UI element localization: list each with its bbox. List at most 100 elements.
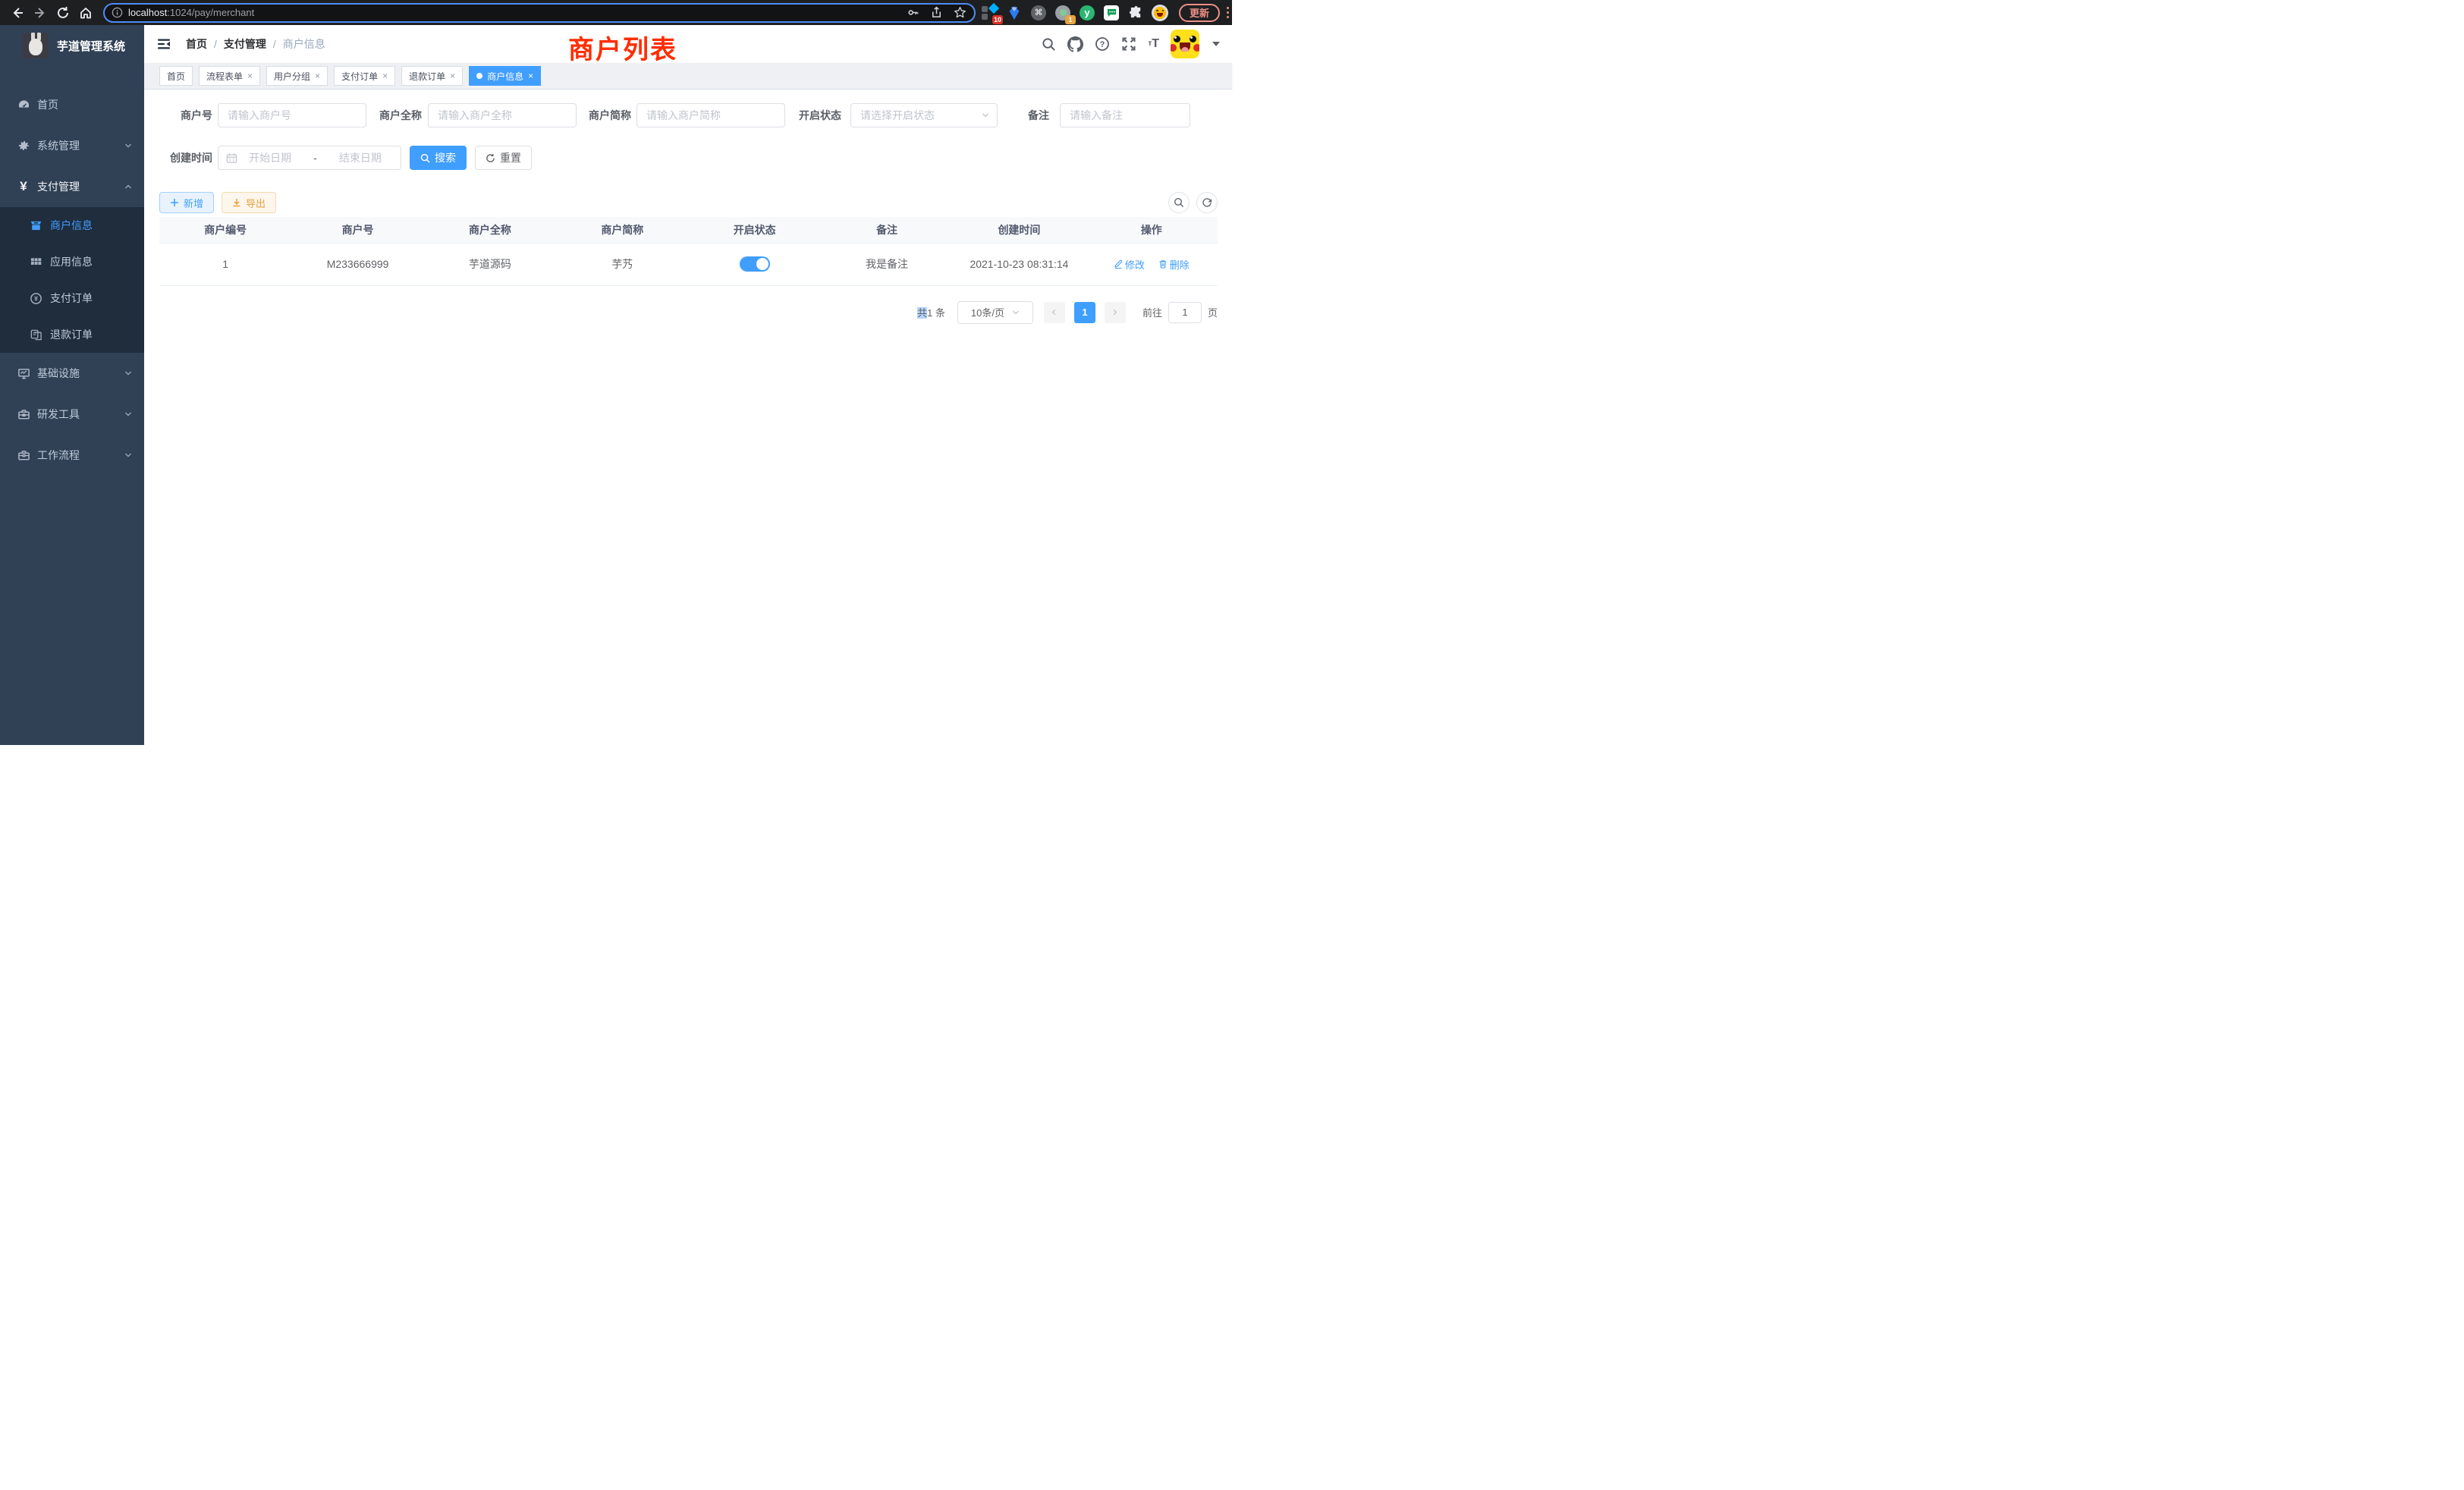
tab-process-form[interactable]: 流程表单× — [199, 66, 260, 86]
extension-tabs-manager-icon[interactable]: 10 — [980, 3, 1000, 23]
extension-recorder-icon[interactable]: 1 — [1053, 3, 1073, 23]
goto-page-input[interactable] — [1168, 302, 1202, 323]
browser-forward-button[interactable] — [29, 3, 52, 23]
chevron-down-icon — [124, 451, 132, 459]
avatar-dropdown-caret[interactable] — [1212, 42, 1220, 46]
github-link[interactable] — [1067, 36, 1083, 52]
tab-merchant-info[interactable]: 商户信息× — [469, 66, 541, 86]
sidebar-item-system[interactable]: 系统管理 — [0, 125, 144, 166]
screenshot-annotation-text: 商户列表 — [568, 29, 677, 66]
col-merchant-id: 商户编号 — [159, 217, 291, 243]
password-key-icon[interactable] — [907, 6, 919, 19]
tab-user-group[interactable]: 用户分组× — [266, 66, 328, 86]
page-size-select[interactable]: 10条/页 — [957, 301, 1033, 324]
page-number-button[interactable]: 1 — [1074, 302, 1095, 323]
reload-icon — [56, 6, 70, 20]
url-text[interactable]: localhost:1024/pay/merchant — [128, 7, 896, 18]
sidebar-item-app-info[interactable]: 应用信息 — [0, 244, 144, 280]
goto-label: 前往 — [1142, 305, 1162, 319]
col-create-time: 创建时间 — [953, 217, 1085, 243]
col-status: 开启状态 — [689, 217, 821, 243]
sidebar-collapse-button[interactable] — [154, 35, 174, 53]
search-button[interactable]: 搜索 — [410, 146, 467, 170]
status-label: 开启状态 — [793, 108, 841, 123]
export-button[interactable]: 导出 — [222, 192, 276, 213]
chevron-up-icon — [124, 183, 132, 190]
search-icon — [1042, 37, 1056, 52]
extension-yudao-icon[interactable]: y — [1077, 3, 1097, 23]
app-title: 芋道管理系统 — [57, 38, 125, 54]
browser-home-button[interactable] — [74, 3, 97, 23]
header-search-button[interactable] — [1042, 37, 1056, 52]
chevron-right-icon — [1111, 309, 1118, 316]
show-search-toggle-button[interactable] — [1168, 192, 1190, 213]
delete-link[interactable]: 删除 — [1158, 257, 1190, 272]
cell-remark: 我是备注 — [821, 243, 953, 285]
add-button[interactable]: 新增 — [159, 192, 214, 213]
shop-icon — [29, 219, 42, 232]
cell-merchant-id: 1 — [159, 243, 291, 285]
filter-row-2: 创建时间 开始日期 - 结束日期 搜索 重置 — [159, 146, 1218, 170]
reset-button[interactable]: 重置 — [475, 146, 532, 170]
browser-profile-avatar[interactable] — [1150, 3, 1170, 23]
browser-reload-button[interactable] — [52, 3, 74, 23]
full-name-input[interactable] — [428, 103, 577, 127]
breadcrumb-home[interactable]: 首页 — [186, 36, 207, 52]
short-name-input[interactable] — [636, 103, 785, 127]
table-toolbar: 新增 导出 — [159, 192, 1218, 213]
create-time-range-input[interactable]: 开始日期 - 结束日期 — [218, 146, 401, 170]
tab-payment-order[interactable]: 支付订单× — [334, 66, 395, 86]
user-avatar[interactable] — [1171, 30, 1199, 58]
prev-page-button[interactable] — [1044, 302, 1065, 323]
close-icon[interactable]: × — [382, 71, 388, 80]
short-name-label: 商户简称 — [583, 108, 631, 123]
bookmark-star-icon[interactable] — [954, 6, 966, 19]
breadcrumb-payment[interactable]: 支付管理 — [224, 36, 266, 52]
remark-input[interactable] — [1060, 103, 1190, 127]
extension-chat-icon[interactable] — [1102, 3, 1121, 23]
close-icon[interactable]: × — [315, 71, 320, 80]
help-button[interactable]: ? — [1095, 36, 1110, 52]
sidebar-item-payment-order[interactable]: ¥ 支付订单 — [0, 280, 144, 316]
page-unit-label: 页 — [1208, 305, 1218, 319]
dashboard-icon — [17, 99, 30, 112]
next-page-button[interactable] — [1105, 302, 1126, 323]
merchant-no-input[interactable] — [218, 103, 366, 127]
close-icon[interactable]: × — [247, 71, 253, 80]
edit-link[interactable]: 修改 — [1114, 257, 1145, 272]
font-size-button[interactable]: тT — [1148, 38, 1159, 50]
extension-gem-icon[interactable] — [1004, 3, 1024, 23]
help-icon: ? — [1095, 36, 1110, 52]
status-toggle-on[interactable] — [740, 256, 770, 272]
url-bar[interactable]: localhost:1024/pay/merchant — [103, 3, 976, 23]
sidebar-item-refund-order[interactable]: 退款订单 — [0, 316, 144, 353]
sidebar-item-merchant-info[interactable]: 商户信息 — [0, 207, 144, 244]
extension-command-icon[interactable]: ⌘ — [1029, 3, 1048, 23]
browser-menu-icon[interactable] — [1227, 7, 1229, 18]
close-icon[interactable]: × — [450, 71, 455, 80]
fullscreen-button[interactable] — [1121, 36, 1136, 52]
yen-icon: ¥ — [17, 179, 30, 194]
sidebar-item-payment[interactable]: ¥ 支付管理 — [0, 166, 144, 207]
sidebar-item-infrastructure[interactable]: 基础设施 — [0, 353, 144, 394]
remark-label: 备注 — [1028, 108, 1049, 123]
sidebar-item-home[interactable]: 首页 — [0, 84, 144, 125]
sidebar-logo-row[interactable]: 芋道管理系统 — [0, 25, 144, 66]
tab-home[interactable]: 首页 — [159, 66, 193, 86]
status-select[interactable]: 请选择开启状态 — [850, 103, 998, 127]
chevron-left-icon — [1051, 309, 1058, 316]
sidebar-item-dev-tools[interactable]: 研发工具 — [0, 394, 144, 435]
plus-icon — [170, 198, 179, 207]
refresh-icon — [1202, 197, 1212, 208]
refresh-table-button[interactable] — [1196, 192, 1218, 213]
extensions-puzzle-icon[interactable] — [1126, 3, 1146, 23]
briefcase-icon — [17, 449, 30, 462]
tab-refund-order[interactable]: 退款订单× — [401, 66, 463, 86]
browser-back-button[interactable] — [6, 3, 29, 23]
site-info-icon[interactable] — [112, 7, 123, 18]
close-icon[interactable]: × — [528, 71, 533, 80]
browser-update-button[interactable]: 更新 — [1179, 4, 1220, 22]
sidebar-item-workflow[interactable]: 工作流程 — [0, 435, 144, 476]
page-content: 商户号 商户全称 商户简称 开启状态 请选择开启状态 备注 创建时间 — [144, 90, 1232, 745]
share-icon[interactable] — [930, 6, 943, 19]
